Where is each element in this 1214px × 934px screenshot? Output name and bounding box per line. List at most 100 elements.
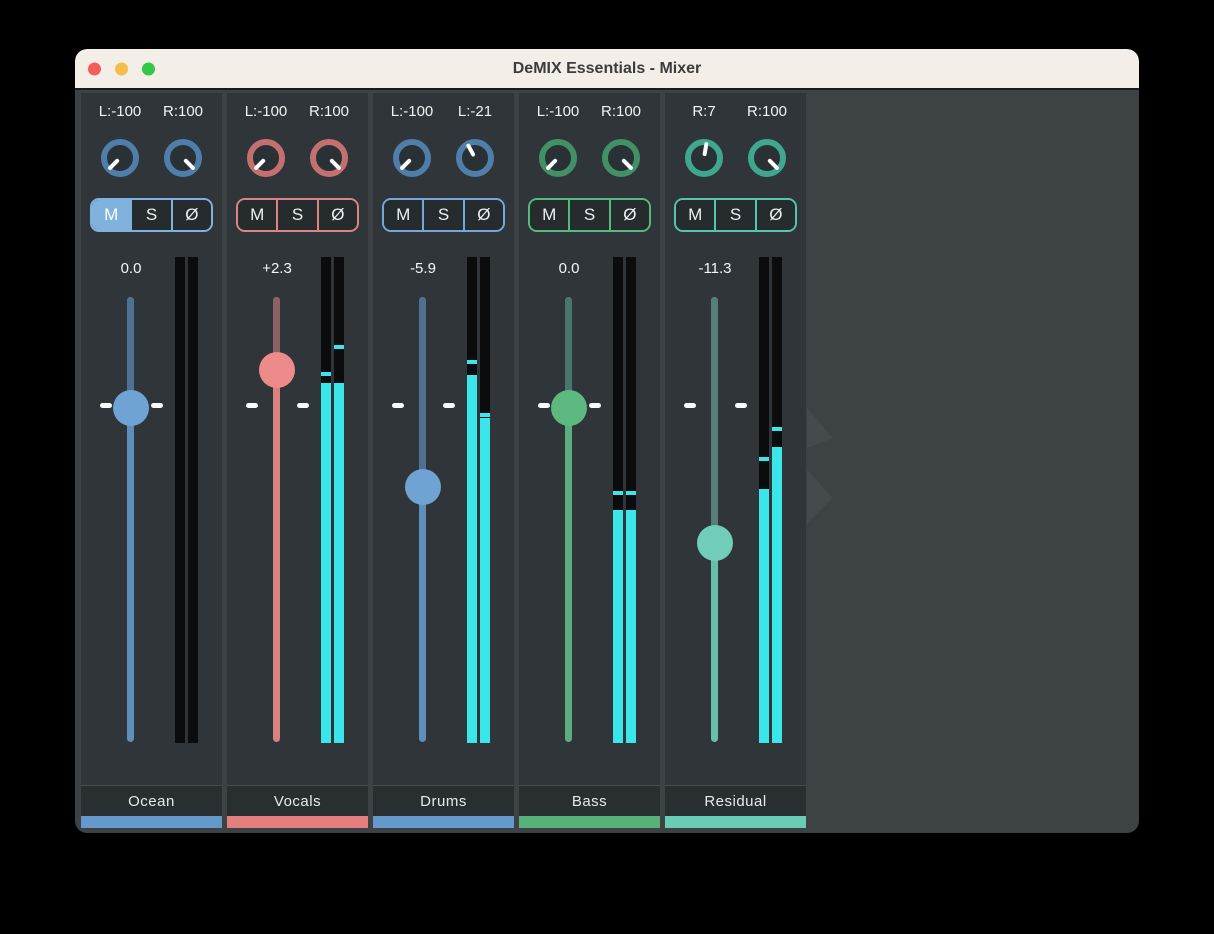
mute-solo-phase-group: M S Ø (236, 198, 359, 232)
fader-handle[interactable] (405, 469, 441, 505)
zero-db-tick-left (246, 403, 258, 408)
knob-needle (302, 131, 356, 185)
fader-handle[interactable] (551, 390, 587, 426)
meter-left-fill (759, 489, 769, 743)
pan-knob-right[interactable] (164, 139, 202, 177)
gain-value: 0.0 (91, 260, 171, 277)
gain-value: +2.3 (237, 260, 317, 277)
level-meters (321, 257, 345, 743)
phase-button[interactable]: Ø (317, 200, 357, 230)
knob-needle (385, 131, 439, 185)
gain-value: -5.9 (383, 260, 463, 277)
pan-knob-left[interactable] (539, 139, 577, 177)
meter-right-peak (480, 413, 490, 417)
pan-right-value: R:100 (148, 103, 218, 120)
meter-left (613, 257, 623, 743)
pan-knob-right[interactable] (456, 139, 494, 177)
phase-button[interactable]: Ø (755, 200, 795, 230)
mute-button[interactable]: M (92, 200, 130, 230)
mute-button[interactable]: M (676, 200, 714, 230)
level-meters (759, 257, 783, 743)
gain-value: -11.3 (675, 260, 755, 277)
pan-knob-left[interactable] (393, 139, 431, 177)
channel-strip-bass: L:-100 R:100 M S Ø 0.0 (519, 93, 660, 828)
pan-knob-left[interactable] (101, 139, 139, 177)
meter-right-fill (480, 418, 490, 743)
meter-left (321, 257, 331, 743)
solo-button[interactable]: S (422, 200, 462, 230)
mixer-content: L:-100 R:100 M S Ø 0.0 (75, 90, 1139, 833)
solo-button[interactable]: S (568, 200, 608, 230)
pan-right-value: L:-21 (440, 103, 510, 120)
fader-handle[interactable] (697, 525, 733, 561)
meter-left-peak (321, 372, 331, 376)
meter-left-peak (467, 360, 477, 364)
meter-right-fill (772, 447, 782, 743)
channel-name: Bass (519, 785, 660, 816)
meter-right-peak (334, 345, 344, 349)
zero-db-tick-left (684, 403, 696, 408)
phase-button[interactable]: Ø (609, 200, 649, 230)
fader-track[interactable] (127, 297, 134, 742)
meter-right (772, 257, 782, 743)
solo-button[interactable]: S (276, 200, 316, 230)
pan-knob-left[interactable] (247, 139, 285, 177)
zero-db-tick-right (443, 403, 455, 408)
fader-track[interactable] (711, 297, 718, 742)
meter-right-peak (772, 427, 782, 431)
channel-name: Residual (665, 785, 806, 816)
mute-button[interactable]: M (384, 200, 422, 230)
zero-db-tick-right (589, 403, 601, 408)
zoom-button[interactable] (142, 62, 155, 75)
app-window: DeMIX Essentials - Mixer L:-100 R:100 M … (75, 49, 1139, 833)
pan-left-value: L:-100 (85, 103, 155, 120)
meter-right-fill (334, 383, 344, 743)
minimize-button[interactable] (115, 62, 128, 75)
fader-track[interactable] (565, 297, 572, 742)
pan-right-value: R:100 (294, 103, 364, 120)
mute-button[interactable]: M (238, 200, 276, 230)
channel-strip-vocals: L:-100 R:100 M S Ø +2.3 (227, 93, 368, 828)
close-button[interactable] (88, 62, 101, 75)
zero-db-tick-right (151, 403, 163, 408)
knob-needle (156, 131, 210, 185)
mute-solo-phase-group: M S Ø (674, 198, 797, 232)
pan-left-value: L:-100 (377, 103, 447, 120)
pan-knob-left[interactable] (685, 139, 723, 177)
pan-knob-right[interactable] (310, 139, 348, 177)
channel-color-bar (373, 816, 514, 828)
channel-strip-residual: R:7 R:100 M S Ø -11.3 (665, 93, 806, 828)
fader-track[interactable] (419, 297, 426, 742)
fader-handle[interactable] (259, 352, 295, 388)
zero-db-tick-left (538, 403, 550, 408)
knob-needle (682, 136, 726, 180)
channel-name: Drums (373, 785, 514, 816)
knob-needle (740, 131, 794, 185)
solo-button[interactable]: S (130, 200, 170, 230)
mute-button[interactable]: M (530, 200, 568, 230)
fader-track-upper (419, 297, 426, 487)
fader-handle[interactable] (113, 390, 149, 426)
phase-button[interactable]: Ø (463, 200, 503, 230)
zero-db-tick-left (100, 403, 112, 408)
meter-right-peak (626, 491, 636, 495)
mute-solo-phase-group: M S Ø (90, 198, 213, 232)
solo-button[interactable]: S (714, 200, 754, 230)
meter-right (188, 257, 198, 743)
meter-left (175, 257, 185, 743)
meter-left-fill (467, 375, 477, 743)
meter-left-peak (613, 491, 623, 495)
pan-knob-right[interactable] (748, 139, 786, 177)
pan-left-value: L:-100 (523, 103, 593, 120)
channel-strip-drums: L:-100 L:-21 M S Ø -5.9 (373, 93, 514, 828)
channel-name: Ocean (81, 785, 222, 816)
level-meters (467, 257, 491, 743)
channel-name: Vocals (227, 785, 368, 816)
titlebar: DeMIX Essentials - Mixer (75, 49, 1139, 90)
level-meters (613, 257, 637, 743)
zero-db-tick-right (735, 403, 747, 408)
pan-knob-right[interactable] (602, 139, 640, 177)
phase-button[interactable]: Ø (171, 200, 211, 230)
knob-needle (594, 131, 648, 185)
meter-left-fill (321, 383, 331, 743)
